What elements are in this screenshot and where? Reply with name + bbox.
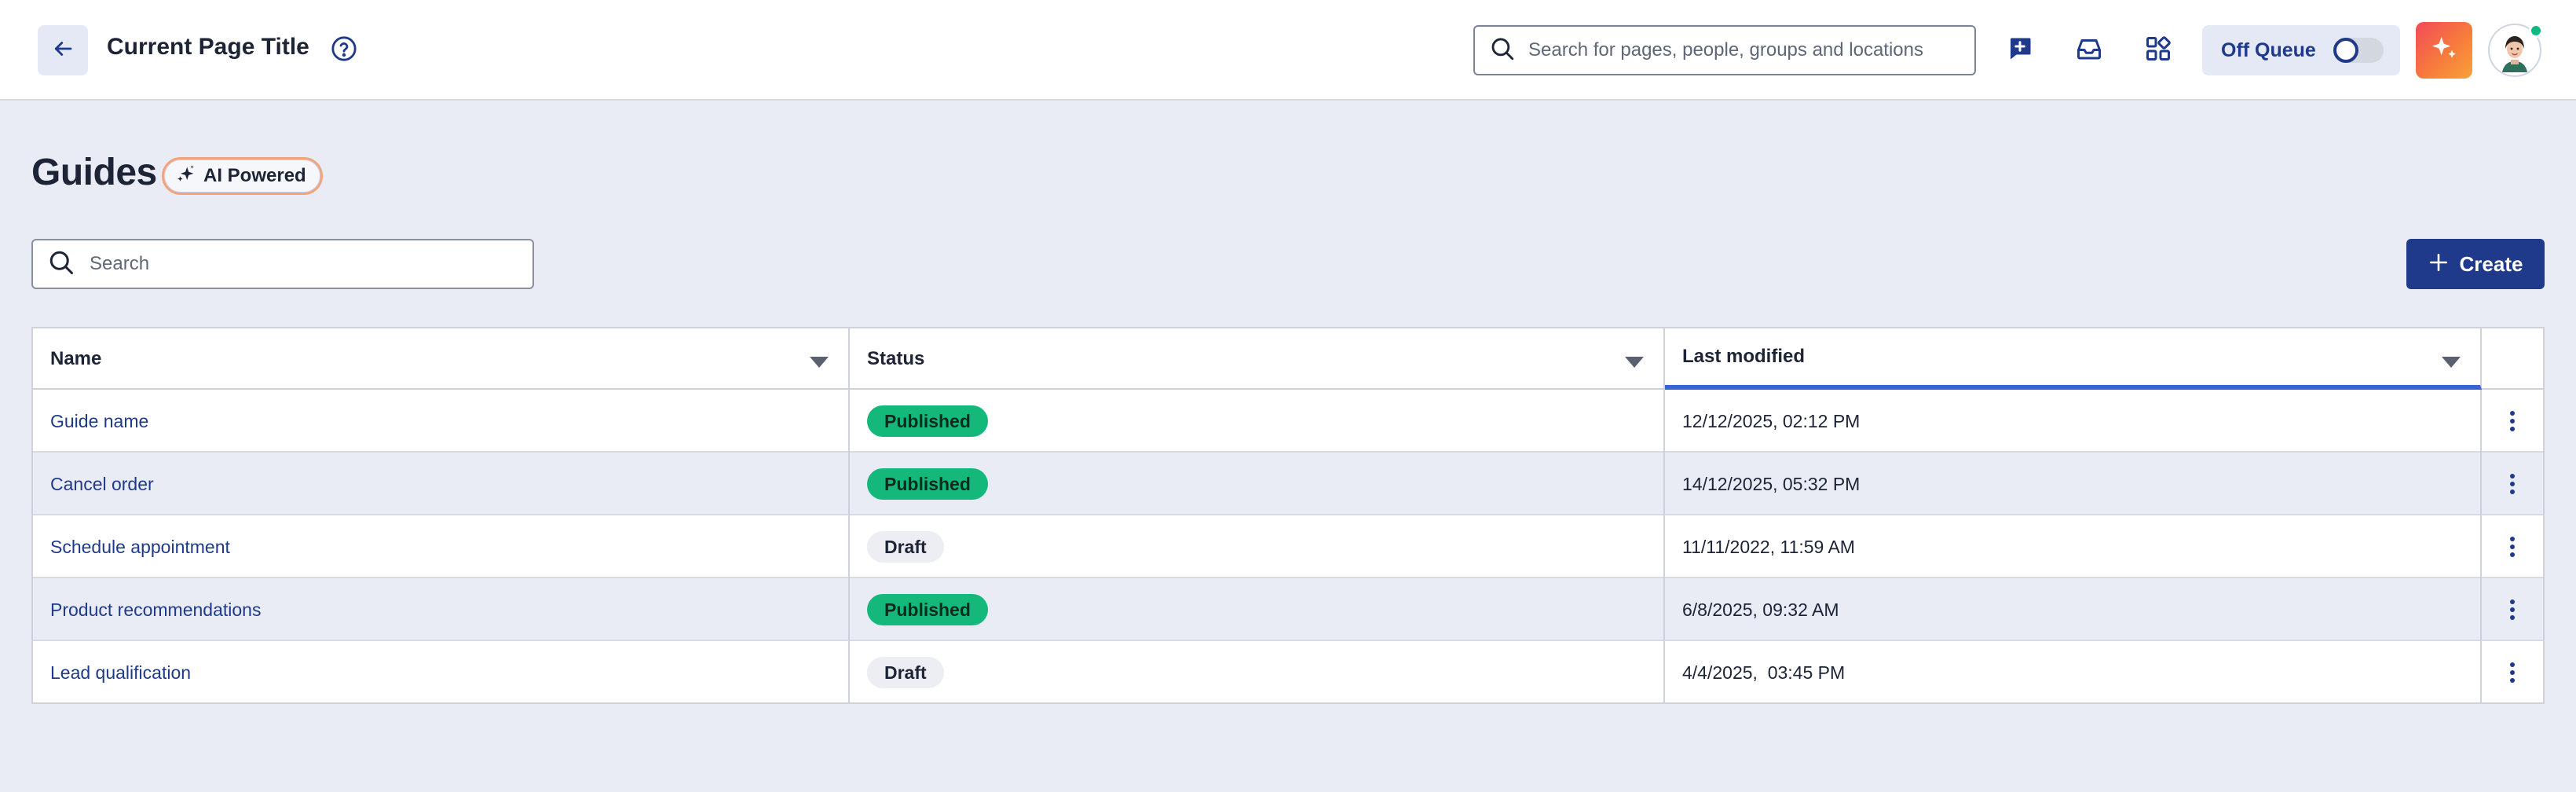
- last-modified-cell: 12/12/2025, 02:12 PM: [1665, 390, 2482, 453]
- caret-down-icon[interactable]: [1624, 352, 1645, 374]
- actions-cell: [2482, 641, 2543, 704]
- status-cell: Published: [850, 578, 1665, 641]
- ai-powered-badge: AI Powered: [162, 157, 323, 195]
- table-header: Name Status Last modified: [33, 328, 2543, 390]
- switch-knob: [2333, 38, 2358, 63]
- column-header-name[interactable]: Name: [33, 328, 850, 390]
- last-modified-cell: 14/12/2025, 05:32 PM: [1665, 453, 2482, 515]
- sparkle-icon: [175, 163, 197, 189]
- column-header-label: Last modified: [1682, 346, 1806, 367]
- online-status-indicator: [2529, 24, 2543, 38]
- guide-name-link[interactable]: Guide name: [50, 411, 148, 432]
- new-message-button[interactable]: [2001, 31, 2039, 69]
- more-vertical-icon[interactable]: [2497, 594, 2528, 625]
- column-header-actions: [2482, 328, 2543, 390]
- column-header-last-modified[interactable]: Last modified: [1665, 328, 2482, 390]
- search-icon: [47, 248, 75, 280]
- table-row[interactable]: Lead qualification Draft 4/4/2025, 03:45…: [33, 641, 2543, 704]
- search-icon: [1489, 35, 1516, 66]
- last-modified-cell: 6/8/2025, 09:32 AM: [1665, 578, 2482, 641]
- status-cell: Draft: [850, 641, 1665, 704]
- guide-name-link[interactable]: Cancel order: [50, 474, 154, 495]
- message-plus-icon: [2006, 35, 2034, 67]
- page-title: Current Page Title: [107, 34, 309, 60]
- caret-down-icon[interactable]: [2441, 352, 2461, 374]
- status-cell: Published: [850, 453, 1665, 515]
- status-badge: Published: [867, 405, 988, 437]
- inbox-icon: [2075, 35, 2103, 67]
- global-search-input[interactable]: [1528, 39, 1968, 61]
- apps-grid-icon: [2144, 35, 2172, 67]
- apps-button[interactable]: [2139, 31, 2177, 69]
- help-button[interactable]: [330, 35, 358, 66]
- queue-status-label: Off Queue: [2221, 38, 2316, 61]
- last-modified-cell: 4/4/2025, 03:45 PM: [1665, 641, 2482, 704]
- name-cell: Product recommendations: [33, 578, 850, 641]
- guides-heading: Guides: [31, 152, 157, 193]
- column-header-label: Status: [867, 348, 925, 369]
- status-cell: Draft: [850, 515, 1665, 578]
- plus-icon: [2428, 252, 2449, 277]
- more-vertical-icon[interactable]: [2497, 657, 2528, 688]
- status-badge: Published: [867, 468, 988, 500]
- queue-status-toggle[interactable]: Off Queue: [2202, 25, 2400, 75]
- create-button[interactable]: Create: [2406, 239, 2545, 289]
- more-vertical-icon[interactable]: [2497, 405, 2528, 437]
- queue-switch[interactable]: [2333, 38, 2384, 63]
- question-circle-icon: [331, 35, 357, 66]
- top-bar: Current Page Title Off Queue: [0, 0, 2576, 101]
- caret-down-icon[interactable]: [809, 352, 829, 374]
- actions-cell: [2482, 453, 2543, 515]
- ai-powered-label: AI Powered: [203, 165, 306, 186]
- actions-cell: [2482, 578, 2543, 641]
- guide-name-link[interactable]: Schedule appointment: [50, 537, 230, 558]
- table-row[interactable]: Cancel order Published 14/12/2025, 05:32…: [33, 453, 2543, 515]
- sparkle-icon: [2428, 33, 2460, 68]
- column-header-label: Name: [50, 348, 102, 369]
- guide-name-link[interactable]: Product recommendations: [50, 600, 261, 621]
- back-button[interactable]: [38, 25, 88, 75]
- name-cell: Cancel order: [33, 453, 850, 515]
- arrow-left-icon: [51, 37, 75, 64]
- table-row[interactable]: Guide name Published 12/12/2025, 02:12 P…: [33, 390, 2543, 453]
- actions-cell: [2482, 515, 2543, 578]
- status-badge: Published: [867, 594, 988, 625]
- name-cell: Lead qualification: [33, 641, 850, 704]
- create-label: Create: [2459, 251, 2523, 276]
- guides-search-field[interactable]: [31, 239, 534, 289]
- table-row[interactable]: Product recommendations Published 6/8/20…: [33, 578, 2543, 641]
- guides-table: Name Status Last modified Guide name Pub…: [31, 327, 2545, 704]
- ai-assistant-button[interactable]: [2416, 22, 2472, 79]
- guides-search-input[interactable]: [90, 253, 529, 275]
- status-badge: Draft: [867, 531, 944, 563]
- column-header-status[interactable]: Status: [850, 328, 1665, 390]
- name-cell: Schedule appointment: [33, 515, 850, 578]
- status-cell: Published: [850, 390, 1665, 453]
- more-vertical-icon[interactable]: [2497, 531, 2528, 563]
- inbox-button[interactable]: [2070, 31, 2108, 69]
- more-vertical-icon[interactable]: [2497, 468, 2528, 500]
- name-cell: Guide name: [33, 390, 850, 453]
- global-search-field[interactable]: [1473, 25, 1976, 75]
- last-modified-cell: 11/11/2022, 11:59 AM: [1665, 515, 2482, 578]
- guide-name-link[interactable]: Lead qualification: [50, 662, 191, 684]
- actions-cell: [2482, 390, 2543, 453]
- table-row[interactable]: Schedule appointment Draft 11/11/2022, 1…: [33, 515, 2543, 578]
- status-badge: Draft: [867, 657, 944, 688]
